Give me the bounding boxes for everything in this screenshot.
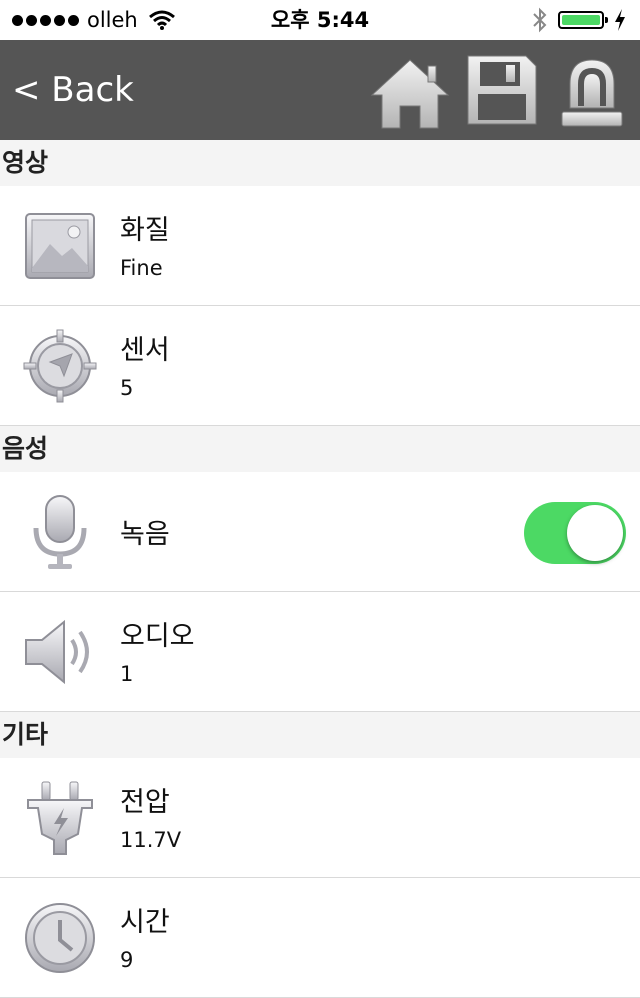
- alarm-light-icon[interactable]: [552, 50, 632, 130]
- section-title: 영상: [2, 148, 49, 177]
- microphone-icon: [33, 495, 87, 569]
- section-title: 기타: [2, 720, 49, 749]
- save-icon[interactable]: [462, 50, 542, 130]
- section-title: 음성: [2, 434, 49, 463]
- clock-icon: [25, 903, 95, 973]
- list-item-audio[interactable]: 오디오 1: [0, 592, 640, 712]
- compass-icon: [23, 329, 97, 403]
- back-button[interactable]: < Back: [12, 40, 134, 140]
- plug-icon: [27, 781, 93, 855]
- row-value: 11.7V: [120, 828, 182, 852]
- home-icon[interactable]: [370, 50, 450, 130]
- section-header-video: 영상: [0, 140, 640, 186]
- recording-toggle[interactable]: [524, 502, 626, 564]
- row-value: Fine: [120, 256, 163, 280]
- row-label: 센서: [120, 335, 170, 366]
- list-item-recording: 녹음: [0, 472, 640, 592]
- status-bar: olleh 오후 5:44: [0, 0, 640, 40]
- status-right: [532, 0, 626, 40]
- row-label: 녹음: [120, 519, 170, 550]
- image-icon: [25, 213, 95, 279]
- charging-icon: [615, 9, 625, 31]
- row-label: 오디오: [120, 621, 195, 652]
- section-header-audio: 음성: [0, 426, 640, 472]
- row-label: 시간: [120, 907, 170, 938]
- battery-icon: [558, 11, 608, 29]
- row-value: 5: [120, 376, 134, 400]
- navigation-bar: < Back: [0, 40, 640, 140]
- bluetooth-icon: [533, 7, 547, 33]
- list-item-quality[interactable]: 화질 Fine: [0, 186, 640, 306]
- speaker-icon: [25, 619, 89, 685]
- list-item-voltage[interactable]: 전압 11.7V: [0, 758, 640, 878]
- row-value: 1: [120, 662, 134, 686]
- row-value: 9: [120, 948, 134, 972]
- row-label: 전압: [120, 787, 170, 818]
- row-label: 화질: [120, 215, 170, 246]
- list-item-time[interactable]: 시간 9: [0, 878, 640, 998]
- list-item-sensor[interactable]: 센서 5: [0, 306, 640, 426]
- section-header-other: 기타: [0, 712, 640, 758]
- toggle-knob: [567, 505, 623, 561]
